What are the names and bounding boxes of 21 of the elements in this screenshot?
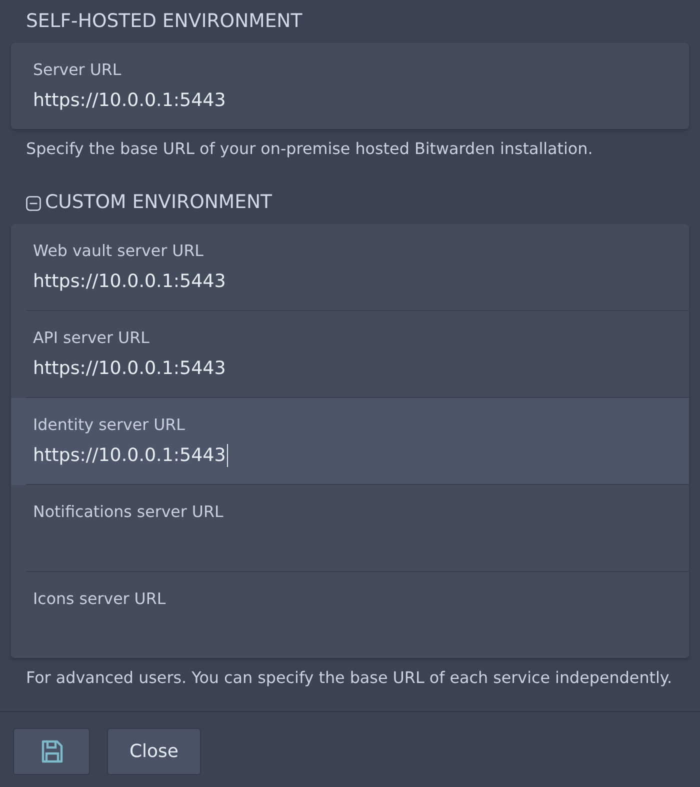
field-label: Web vault server URL: [33, 241, 204, 260]
save-button[interactable]: [13, 728, 90, 775]
collapse-icon[interactable]: [26, 196, 41, 210]
section-heading[interactable]: CUSTOM ENVIRONMENT: [45, 192, 272, 214]
url-field[interactable]: Web vault server URL https://10.0.0.1:5443: [11, 224, 689, 311]
section-heading: SELF-HOSTED ENVIRONMENT: [26, 11, 302, 33]
url-field[interactable]: API server URL https://10.0.0.1:5443: [11, 311, 689, 398]
url-field[interactable]: Server URL https://10.0.0.1:5443: [11, 43, 689, 129]
field-label: Server URL: [33, 60, 122, 79]
field-label: Notifications server URL: [33, 502, 224, 521]
field-label: API server URL: [33, 328, 150, 347]
field-label: Identity server URL: [33, 415, 185, 434]
url-field[interactable]: Identity server URL https://10.0.0.1:5443: [11, 398, 689, 485]
url-field[interactable]: Icons server URL: [11, 572, 689, 658]
text-cursor: [226, 444, 228, 466]
save-icon: [40, 740, 62, 763]
help-text: For advanced users. You can specify the base URL of each service independently.: [26, 668, 672, 688]
field-label: Icons server URL: [33, 589, 166, 608]
close-button[interactable]: Close: [107, 728, 201, 775]
url-field[interactable]: Notifications server URL: [11, 485, 689, 572]
help-text: Specify the base URL of your on-premise hosted Bitwarden installation.: [26, 139, 593, 159]
